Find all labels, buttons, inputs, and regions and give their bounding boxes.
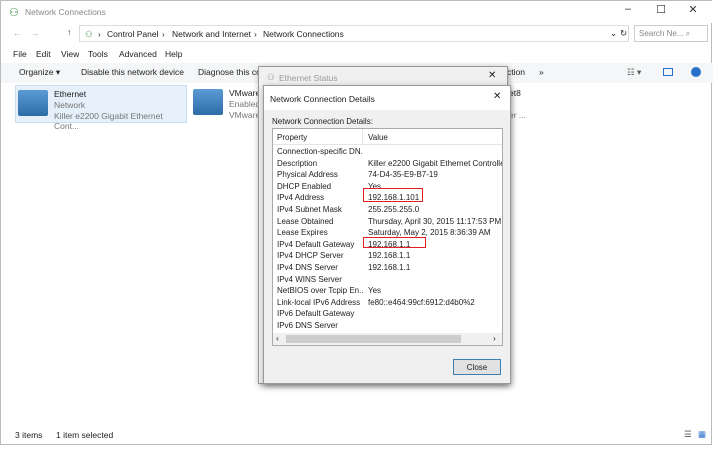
back-button[interactable]: ←	[13, 28, 22, 38]
item-count: 3 items	[15, 430, 43, 440]
connection-vmware[interactable]: VMware Enabled VMware	[191, 85, 261, 123]
dialog-title-bar: Network Connection Details ✕	[264, 86, 510, 110]
title-bar: ⚇ Network Connections – ☐ ✕	[1, 1, 713, 23]
separator: ›	[254, 29, 257, 39]
selection-count: 1 item selected	[56, 430, 114, 440]
close-button[interactable]: ✕	[493, 91, 501, 102]
property-cell: Lease Expires	[277, 228, 328, 238]
connection-name: VMware	[229, 88, 261, 98]
organize-button[interactable]: Organize ▾	[19, 67, 60, 78]
value-cell: 74-D4-35-E9-B7-19	[368, 170, 438, 180]
property-cell: IPv4 Subnet Mask	[277, 205, 342, 214]
breadcrumb-control-panel[interactable]: Control Panel	[107, 29, 159, 39]
search-input[interactable]: Search Ne... ⌕	[634, 25, 708, 42]
menu-edit[interactable]: Edit	[36, 49, 51, 59]
value-cell: Killer e2200 Gigabit Ethernet Controller…	[368, 158, 503, 168]
network-icon: ⚇	[267, 72, 275, 82]
scroll-right-button[interactable]: ›	[493, 333, 496, 343]
highlight-ipv4-address	[363, 188, 423, 202]
network-icon: ⚇	[9, 7, 19, 19]
menu-view[interactable]: View	[61, 49, 79, 59]
large-icons-view-icon[interactable]: ▦	[698, 429, 706, 440]
property-cell: Physical Address	[277, 170, 338, 180]
value-cell: Saturday, May 2, 2015 8:36:39 AM	[368, 228, 491, 238]
breadcrumb-network-internet[interactable]: Network and Internet	[172, 29, 251, 39]
property-cell: IPv4 Address	[277, 193, 325, 203]
connection-status: Enabled	[229, 99, 261, 109]
value-cell: 255.255.255.0	[368, 205, 420, 214]
disable-device-button[interactable]: Disable this network device	[81, 67, 184, 77]
column-header-value[interactable]: Value	[368, 133, 388, 142]
chevron-down-icon[interactable]: ⌄	[610, 28, 617, 39]
highlight-default-gateway	[363, 237, 426, 248]
more-button[interactable]: »	[539, 67, 544, 77]
view-options-icon[interactable]: ☷ ▾	[627, 67, 641, 78]
breadcrumb-network-connections[interactable]: Network Connections	[263, 29, 344, 39]
scroll-left-button[interactable]: ‹	[276, 333, 279, 343]
connection-vmnet8[interactable]: et8 er ...	[509, 85, 549, 123]
property-cell: IPv4 Default Gateway	[277, 239, 355, 249]
value-cell: 192.168.1.1	[368, 263, 411, 272]
details-list[interactable]: Property Value Connection-specific DN...…	[272, 128, 503, 346]
property-cell: Link-local IPv6 Address	[277, 297, 361, 307]
diagnose-button[interactable]: Diagnose this co	[198, 67, 261, 77]
dialog-title: Network Connection Details	[270, 94, 375, 104]
network-adapter-icon	[18, 90, 48, 116]
horizontal-scrollbar[interactable]: ‹ ›	[273, 333, 502, 345]
connection-button[interactable]: ction	[507, 67, 525, 77]
property-cell: DHCP Enabled	[277, 181, 332, 191]
property-cell: IPv4 WINS Server	[277, 274, 342, 284]
property-cell: Connection-specific DN...	[277, 147, 363, 156]
column-header-property[interactable]: Property	[277, 133, 307, 142]
details-view-icon[interactable]: ☰	[684, 429, 692, 440]
close-button[interactable]: ✕	[488, 70, 496, 81]
preview-pane-icon[interactable]	[663, 68, 673, 76]
property-cell: Description	[277, 158, 318, 168]
close-button[interactable]: ✕	[678, 3, 708, 19]
property-cell: NetBIOS over Tcpip En...	[277, 286, 363, 296]
connection-device: VMware	[229, 110, 261, 120]
separator: ›	[98, 29, 101, 39]
minimize-button[interactable]: –	[613, 3, 643, 19]
value-cell: Yes	[368, 286, 382, 296]
dialog-title: Ethernet Status	[279, 73, 338, 83]
property-cell: IPv4 DNS Server	[277, 263, 338, 272]
window-title: Network Connections	[25, 7, 106, 17]
property-cell: Lease Obtained	[277, 216, 334, 226]
connection-name: Ethernet	[54, 89, 87, 99]
refresh-icon[interactable]: ↻	[620, 28, 627, 39]
connection-device: Killer e2200 Gigabit Ethernet Cont...	[54, 111, 163, 131]
status-bar: 3 items 1 item selected ☰ ▦	[1, 426, 713, 444]
forward-button[interactable]: →	[31, 28, 40, 38]
property-cell: IPv6 Default Gateway	[277, 309, 355, 319]
connection-status: Network	[54, 100, 86, 110]
list-header: Property Value	[273, 129, 502, 145]
maximize-button[interactable]: ☐	[646, 3, 676, 19]
menu-help[interactable]: Help	[165, 49, 182, 59]
details-label: Network Connection Details:	[272, 117, 373, 126]
menu-tools[interactable]: Tools	[88, 49, 108, 59]
up-button[interactable]: ↑	[67, 27, 71, 37]
value-cell: 192.168.1.1	[368, 251, 411, 261]
connection-ethernet[interactable]: Ethernet Network Killer e2200 Gigabit Et…	[15, 85, 187, 131]
property-cell: IPv6 DNS Server	[277, 321, 338, 330]
menu-file[interactable]: File	[13, 49, 27, 59]
value-cell: fe80::e464:99cf:6912:d4b0%2	[368, 297, 475, 307]
help-icon[interactable]	[691, 67, 701, 77]
close-dialog-button[interactable]: Close	[453, 359, 501, 375]
scrollbar-thumb[interactable]	[286, 335, 461, 343]
property-cell: IPv4 DHCP Server	[277, 251, 344, 261]
network-icon: ⚇	[85, 29, 93, 39]
menu-advanced[interactable]: Advanced	[119, 49, 157, 59]
network-adapter-icon	[193, 89, 223, 115]
connection-device: er ...	[509, 110, 527, 120]
address-bar[interactable]: ⚇ › Control Panel › Network and Internet…	[79, 25, 629, 42]
separator: ›	[162, 29, 165, 39]
value-cell: Thursday, April 30, 2015 11:17:53 PM	[368, 216, 502, 226]
